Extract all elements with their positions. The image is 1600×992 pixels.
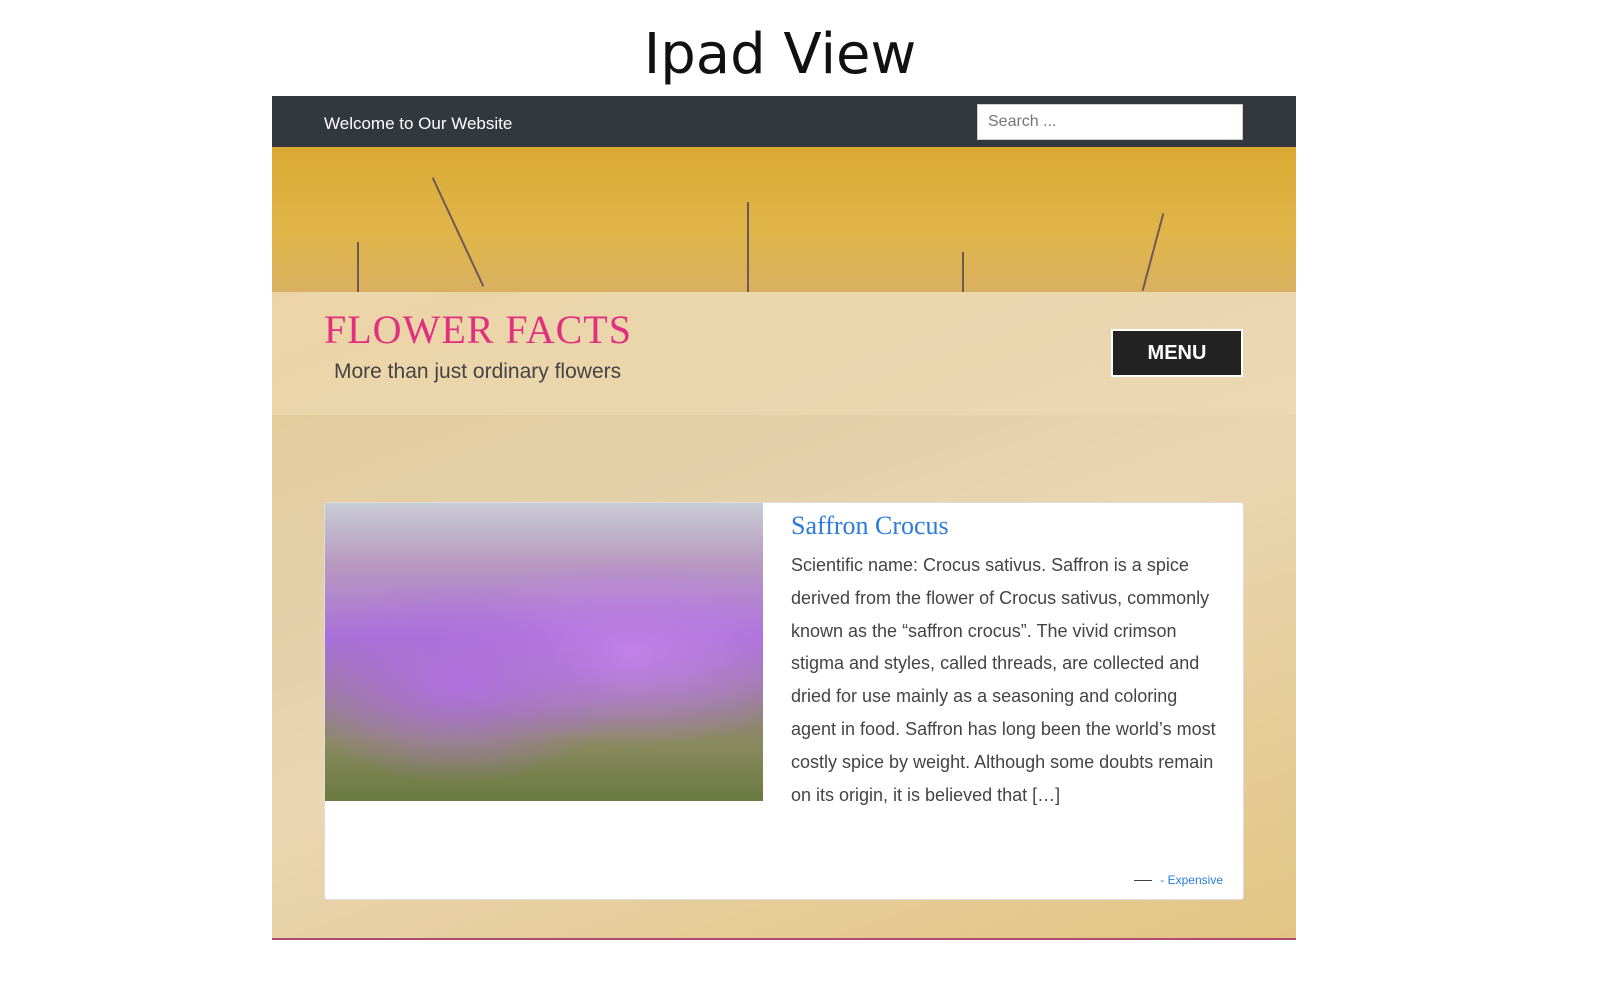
site-tagline: More than just ordinary flowers bbox=[334, 360, 622, 383]
post-thumbnail[interactable] bbox=[325, 503, 763, 801]
post-footer: - Expensive bbox=[1134, 873, 1223, 887]
post-title[interactable]: Saffron Crocus bbox=[791, 511, 949, 541]
page-heading: Ipad View bbox=[643, 22, 917, 87]
menu-button[interactable]: MENU bbox=[1111, 329, 1243, 377]
dash-divider bbox=[1134, 880, 1153, 882]
post-card: Saffron Crocus Scientific name: Crocus s… bbox=[324, 502, 1244, 900]
category-link[interactable]: - Expensive bbox=[1160, 873, 1223, 887]
header-image bbox=[272, 147, 1296, 292]
post-excerpt: Scientific name: Crocus sativus. Saffron… bbox=[791, 555, 1216, 805]
top-bar: Welcome to Our Website bbox=[272, 96, 1296, 147]
site-branding: FLOWER FACTS More than just ordinary flo… bbox=[272, 292, 1296, 415]
welcome-text: Welcome to Our Website bbox=[324, 114, 513, 133]
website-frame: Welcome to Our Website FLOWER FACTS More… bbox=[272, 96, 1296, 940]
search-input[interactable] bbox=[977, 104, 1243, 140]
site-title[interactable]: FLOWER FACTS bbox=[324, 306, 632, 353]
